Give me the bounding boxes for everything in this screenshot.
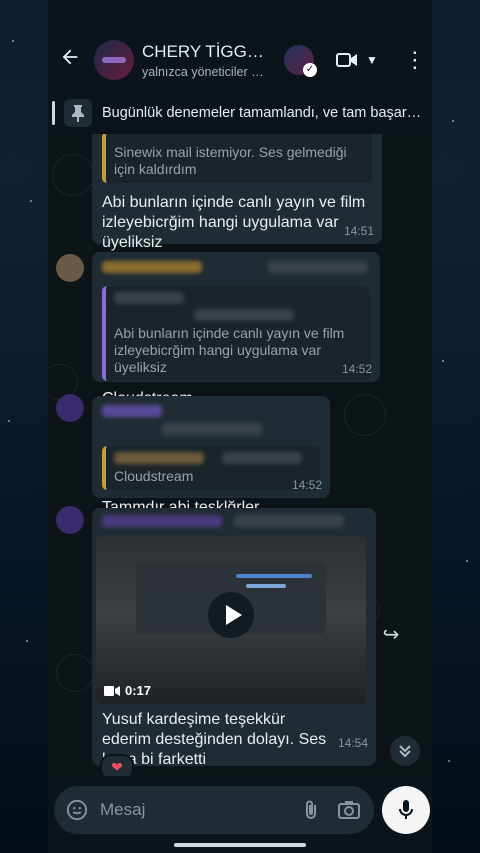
sender-avatar[interactable]	[56, 254, 84, 282]
reaction-heart[interactable]: ❤	[100, 754, 134, 776]
sender-name-redacted	[102, 405, 162, 417]
sender-name	[102, 514, 372, 532]
phone-screen: CHERY TİGGO... yalnızca yöneticiler m...…	[48, 0, 432, 853]
video-thumbnail[interactable]: 0:17	[96, 536, 366, 704]
quoted-sender-redacted	[114, 452, 204, 464]
quoted-phone-redacted	[194, 309, 294, 321]
quoted-text: Abi bunların içinde canlı yayın ve film …	[114, 325, 345, 375]
group-name: CHERY TİGGO...	[142, 41, 268, 61]
message-bubble[interactable]: 0:17 Yusuf kardeşime teşekkür ederim des…	[92, 508, 376, 768]
video-icon	[104, 685, 120, 696]
sender-avatar[interactable]	[56, 506, 84, 534]
chevron-down-icon[interactable]: ▼	[366, 53, 378, 67]
verified-check-icon: ✓	[303, 63, 317, 77]
video-duration: 0:17	[104, 683, 151, 698]
sender-name	[102, 260, 370, 278]
pin-icon	[64, 99, 92, 127]
message-input[interactable]: Mesaj	[100, 800, 290, 820]
message-bubble[interactable]: Abi bunların içinde canlı yayın ve film …	[92, 252, 380, 407]
more-options-icon[interactable]: ⋮	[404, 47, 426, 73]
quoted-message[interactable]: Cloudstream	[102, 446, 320, 490]
microphone-icon	[399, 800, 413, 819]
video-camera-icon	[336, 53, 357, 67]
forward-icon[interactable]: ↪	[378, 622, 404, 648]
sender-phone-redacted	[234, 515, 345, 527]
sender-name-redacted	[102, 261, 202, 273]
message-input-container[interactable]: Mesaj	[54, 786, 374, 834]
compose-bar: Mesaj	[48, 776, 432, 853]
message-text: Abi bunların içinde canlı yayın ve film …	[102, 194, 366, 251]
message-time: 14:54	[337, 736, 368, 750]
sender-phone-redacted	[268, 261, 369, 273]
pinned-indicator	[52, 101, 55, 125]
quoted-sender	[114, 291, 362, 325]
home-indicator[interactable]	[174, 843, 306, 847]
quoted-text: Cloudstream	[114, 468, 194, 484]
microphone-button[interactable]	[382, 786, 430, 834]
quoted-message[interactable]: Abi bunların içinde canlı yayın ve film …	[102, 286, 370, 381]
attach-icon[interactable]	[302, 799, 320, 821]
quoted-sender	[114, 451, 312, 468]
video-call-button[interactable]: ▼	[336, 52, 378, 68]
message-time: 14:51	[343, 224, 374, 238]
message-time: 14:52	[341, 362, 372, 376]
sender-phone-redacted	[162, 423, 262, 435]
message-bubble[interactable]: Cloudstream Tammdır abi teşklğrler 14:52	[92, 396, 330, 516]
sender-name-redacted	[102, 515, 222, 527]
wallpaper-right	[432, 0, 480, 853]
double-chevron-down-icon	[399, 745, 411, 758]
quoted-phone-redacted	[222, 452, 302, 464]
back-arrow-icon[interactable]	[48, 46, 92, 75]
wallpaper-left	[0, 0, 48, 853]
scroll-down-button[interactable]	[390, 736, 420, 766]
quoted-message[interactable]: Sinewix mail istemiyor. Ses gelmediği iç…	[102, 134, 372, 183]
play-button[interactable]	[208, 592, 254, 638]
chat-title-block[interactable]: CHERY TİGGO... yalnızca yöneticiler m...	[142, 42, 268, 79]
video-duration-text: 0:17	[125, 683, 152, 698]
message-text: Yusuf kardeşime teşekkür ederim desteğin…	[102, 711, 327, 768]
chat-area[interactable]: Sinewix mail istemiyor. Ses gelmediği iç…	[48, 134, 432, 776]
sender-avatar[interactable]	[56, 394, 84, 422]
pinned-message-bar[interactable]: Bugünlük denemeler tamamlandı, ve tam ba…	[48, 92, 432, 135]
message-bubble[interactable]: Sinewix mail istemiyor. Ses gelmediği iç…	[92, 134, 382, 251]
camera-icon[interactable]	[338, 800, 360, 820]
status-bar	[48, 0, 432, 28]
emoji-sticker-icon[interactable]	[66, 799, 88, 821]
quoted-sender-redacted	[114, 292, 184, 304]
community-avatar[interactable]: ✓	[284, 45, 317, 77]
group-subtitle: yalnızca yöneticiler m...	[142, 64, 268, 79]
pinned-text: Bugünlük denemeler tamamlandı, ve tam ba…	[102, 105, 422, 121]
message-time: 14:52	[291, 478, 322, 492]
chat-header: CHERY TİGGO... yalnızca yöneticiler m...…	[48, 28, 432, 92]
group-avatar[interactable]	[94, 40, 134, 80]
sender-name	[102, 404, 320, 440]
